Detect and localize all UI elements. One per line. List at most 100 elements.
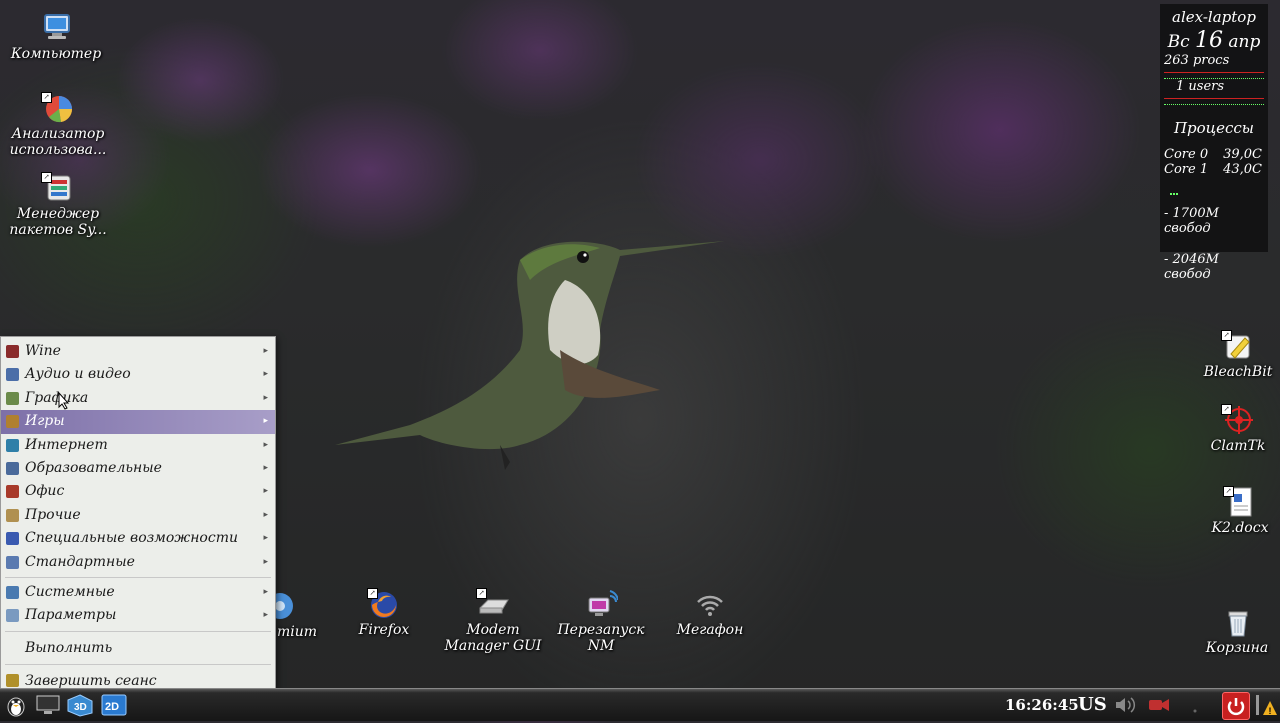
start-menu-icon	[7, 697, 25, 717]
keyboard-layout-indicator[interactable]: US	[1078, 694, 1107, 715]
menu-system-categories: Системные ▸ Параметры ▸	[1, 581, 275, 628]
desktop-icon-label: ClamTk	[1210, 438, 1266, 454]
core-name: Core 0	[1164, 147, 1209, 162]
desktop-icon-package-manager[interactable]: ↗ Менеджер пакетов Sy...	[8, 172, 108, 238]
menu-item-education[interactable]: Образовательные ▸	[1, 457, 275, 480]
games-icon	[6, 415, 19, 429]
desktop-icon-label: Мегафон	[676, 622, 744, 638]
menu-item-internet[interactable]: Интернет ▸	[1, 434, 275, 457]
desktop-icon-megafon[interactable]: Мегафон	[660, 588, 760, 638]
menu-item-games[interactable]: Игры ▸	[1, 410, 275, 434]
date-display: Вс 16 апр	[1160, 28, 1268, 53]
day-of-week: Вс	[1167, 32, 1190, 52]
shortcut-arrow-icon: ↗	[1221, 404, 1232, 415]
menu-item-label: Специальные возможности	[25, 530, 238, 547]
menu-item-accessibility[interactable]: Специальные возможности ▸	[1, 527, 275, 550]
desktop-icon-restart-nm[interactable]: Перезапуск NM	[551, 588, 651, 654]
menu-item-label: Выполнить	[25, 639, 113, 656]
core-temp: 39,0C	[1223, 147, 1262, 162]
menu-separator	[5, 576, 271, 578]
show-desktop-icon	[36, 695, 60, 714]
trash-icon	[1220, 606, 1254, 638]
core-temp-row: Core 0 39,0C	[1160, 147, 1268, 162]
menu-item-label: Аудио и видео	[25, 366, 131, 383]
show-desktop-button[interactable]	[35, 693, 61, 717]
warning-indicator[interactable]: !	[1254, 693, 1278, 717]
desktop-icon-label: Перезапуск NM	[557, 622, 645, 654]
screen-recorder-button[interactable]	[1146, 693, 1172, 717]
desktop-icon-document[interactable]: ↗ K2.docx	[1190, 486, 1280, 536]
menu-separator	[5, 663, 271, 665]
shortcut-arrow-icon: ↗	[1223, 486, 1234, 497]
2d-icon: 2D	[101, 694, 127, 716]
user-count: 1 users	[1176, 79, 1225, 94]
modem-icon: ↗	[476, 588, 510, 620]
submenu-arrow-icon: ▸	[263, 439, 268, 450]
shortcut-arrow-icon: ↗	[41, 92, 52, 103]
processes-title: Процессы	[1173, 119, 1255, 137]
menu-item-label: Офис	[25, 483, 65, 500]
menu-item-other[interactable]: Прочие ▸	[1, 504, 275, 527]
svg-text:2D: 2D	[105, 701, 119, 713]
desktop-icon-label: Корзина	[1205, 640, 1269, 656]
svg-text:!: !	[1269, 706, 1272, 716]
network-restart-icon	[584, 588, 619, 620]
core-temp-row: Core 1 43,0C	[1160, 162, 1268, 177]
submenu-arrow-icon: ▸	[263, 369, 268, 380]
graphics-icon	[6, 391, 19, 405]
clamtk-icon: ↗	[1221, 404, 1255, 436]
desktop-icon-label: Firefox	[358, 622, 410, 638]
menu-item-run[interactable]: Выполнить	[1, 635, 275, 661]
desktop-icon-modem-manager[interactable]: ↗ Modem Manager GUI	[443, 588, 543, 654]
menu-item-label: Интернет	[25, 436, 108, 453]
shortcut-arrow-icon: ↗	[367, 588, 378, 599]
desktop-icon-computer[interactable]: Компьютер	[6, 12, 106, 62]
menu-item-label: Образовательные	[25, 459, 162, 476]
menu-item-label: Стандартные	[25, 553, 135, 570]
firefox-icon: ↗	[367, 588, 401, 620]
multimedia-icon	[6, 368, 19, 382]
menu-item-system[interactable]: Системные ▸	[1, 581, 275, 604]
menu-item-settings[interactable]: Параметры ▸	[1, 604, 275, 627]
menu-item-multimedia[interactable]: Аудио и видео ▸	[1, 363, 275, 386]
menu-item-label: Графика	[25, 389, 89, 406]
application-menu: Wine ▸ Аудио и видео ▸ Графика ▸ Игры ▸ Интернет…	[0, 336, 276, 690]
accessibility-icon	[6, 532, 19, 546]
desktop-icon-bleachbit[interactable]: ↗ BleachBit	[1188, 330, 1280, 380]
2d-button[interactable]: 2D	[101, 693, 127, 717]
shortcut-arrow-icon: ↗	[1221, 330, 1232, 341]
network-button[interactable]	[1182, 693, 1208, 717]
start-menu-button[interactable]	[3, 693, 29, 717]
internet-icon	[6, 438, 19, 452]
desktop-icon-label: Компьютер	[10, 46, 102, 62]
menu-item-graphics[interactable]: Графика ▸	[1, 387, 275, 410]
submenu-arrow-icon: ▸	[263, 416, 268, 427]
menu-item-label: Игры	[25, 413, 65, 430]
volume-button[interactable]	[1112, 693, 1138, 717]
wine-icon	[6, 345, 19, 358]
svg-text:3D: 3D	[74, 702, 87, 713]
desktop-icon-label: Modem Manager GUI	[444, 622, 542, 654]
shutdown-button[interactable]	[1222, 692, 1250, 720]
submenu-arrow-icon: ▸	[263, 556, 268, 567]
users-graph	[1164, 94, 1264, 105]
desktop-icon-firefox[interactable]: ↗ Firefox	[334, 588, 434, 638]
menu-item-accessories[interactable]: Стандартные ▸	[1, 551, 275, 574]
desktop-icon-trash[interactable]: Корзина	[1187, 606, 1280, 656]
clock[interactable]: 16:26:45	[1005, 696, 1079, 714]
power-icon	[1227, 698, 1245, 716]
cpu-graph	[1164, 68, 1264, 79]
menu-item-office[interactable]: Офис ▸	[1, 480, 275, 503]
menu-item-label: Параметры	[25, 607, 117, 624]
submenu-arrow-icon: ▸	[263, 346, 268, 356]
desktop-icon-label: K2.docx	[1211, 520, 1269, 536]
submenu-arrow-icon: ▸	[263, 509, 268, 520]
video-camera-icon	[1149, 699, 1169, 711]
system-icon	[6, 585, 19, 599]
desktop-icon-clamtk[interactable]: ↗ ClamTk	[1188, 404, 1280, 454]
warning-icon: !	[1256, 695, 1277, 716]
desktop-icon-disk-analyzer[interactable]: ↗ Анализатор использова...	[8, 92, 108, 158]
submenu-arrow-icon: ▸	[263, 486, 268, 497]
menu-item-wine[interactable]: Wine ▸	[1, 340, 275, 363]
3d-button[interactable]: 3D	[66, 693, 93, 717]
